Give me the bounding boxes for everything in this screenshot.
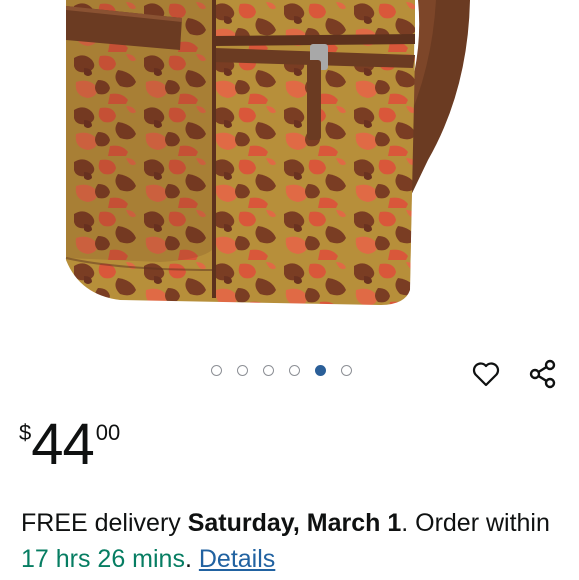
share-icon (529, 359, 556, 389)
price: $ 44 00 (19, 414, 120, 476)
price-fraction: 00 (95, 420, 121, 445)
favorite-button[interactable] (470, 358, 502, 390)
carousel-dot[interactable] (341, 365, 352, 376)
delivery-message: FREE delivery Saturday, March 1. Order w… (21, 505, 571, 577)
product-image[interactable] (0, 0, 579, 331)
delivery-date: Saturday, March 1 (187, 509, 402, 537)
carousel-dot[interactable] (263, 365, 274, 376)
delivery-after: . (184, 545, 199, 573)
price-currency-symbol: $ (19, 420, 32, 445)
details-link[interactable]: Details (199, 545, 275, 573)
heart-outline-icon (472, 362, 500, 387)
carousel-dot[interactable] (315, 365, 326, 376)
delivery-middle: . Order within (401, 509, 550, 537)
carousel-dot[interactable] (289, 365, 300, 376)
carousel-dot[interactable] (237, 365, 248, 376)
carousel-dot[interactable] (211, 365, 222, 376)
delivery-prefix: FREE delivery (21, 509, 188, 537)
price-whole: 44 (31, 412, 95, 477)
delivery-countdown: 17 hrs 26 mins (21, 545, 185, 573)
share-button[interactable] (527, 358, 559, 390)
carousel-dots[interactable] (211, 365, 352, 376)
backpack-image (65, 0, 470, 305)
